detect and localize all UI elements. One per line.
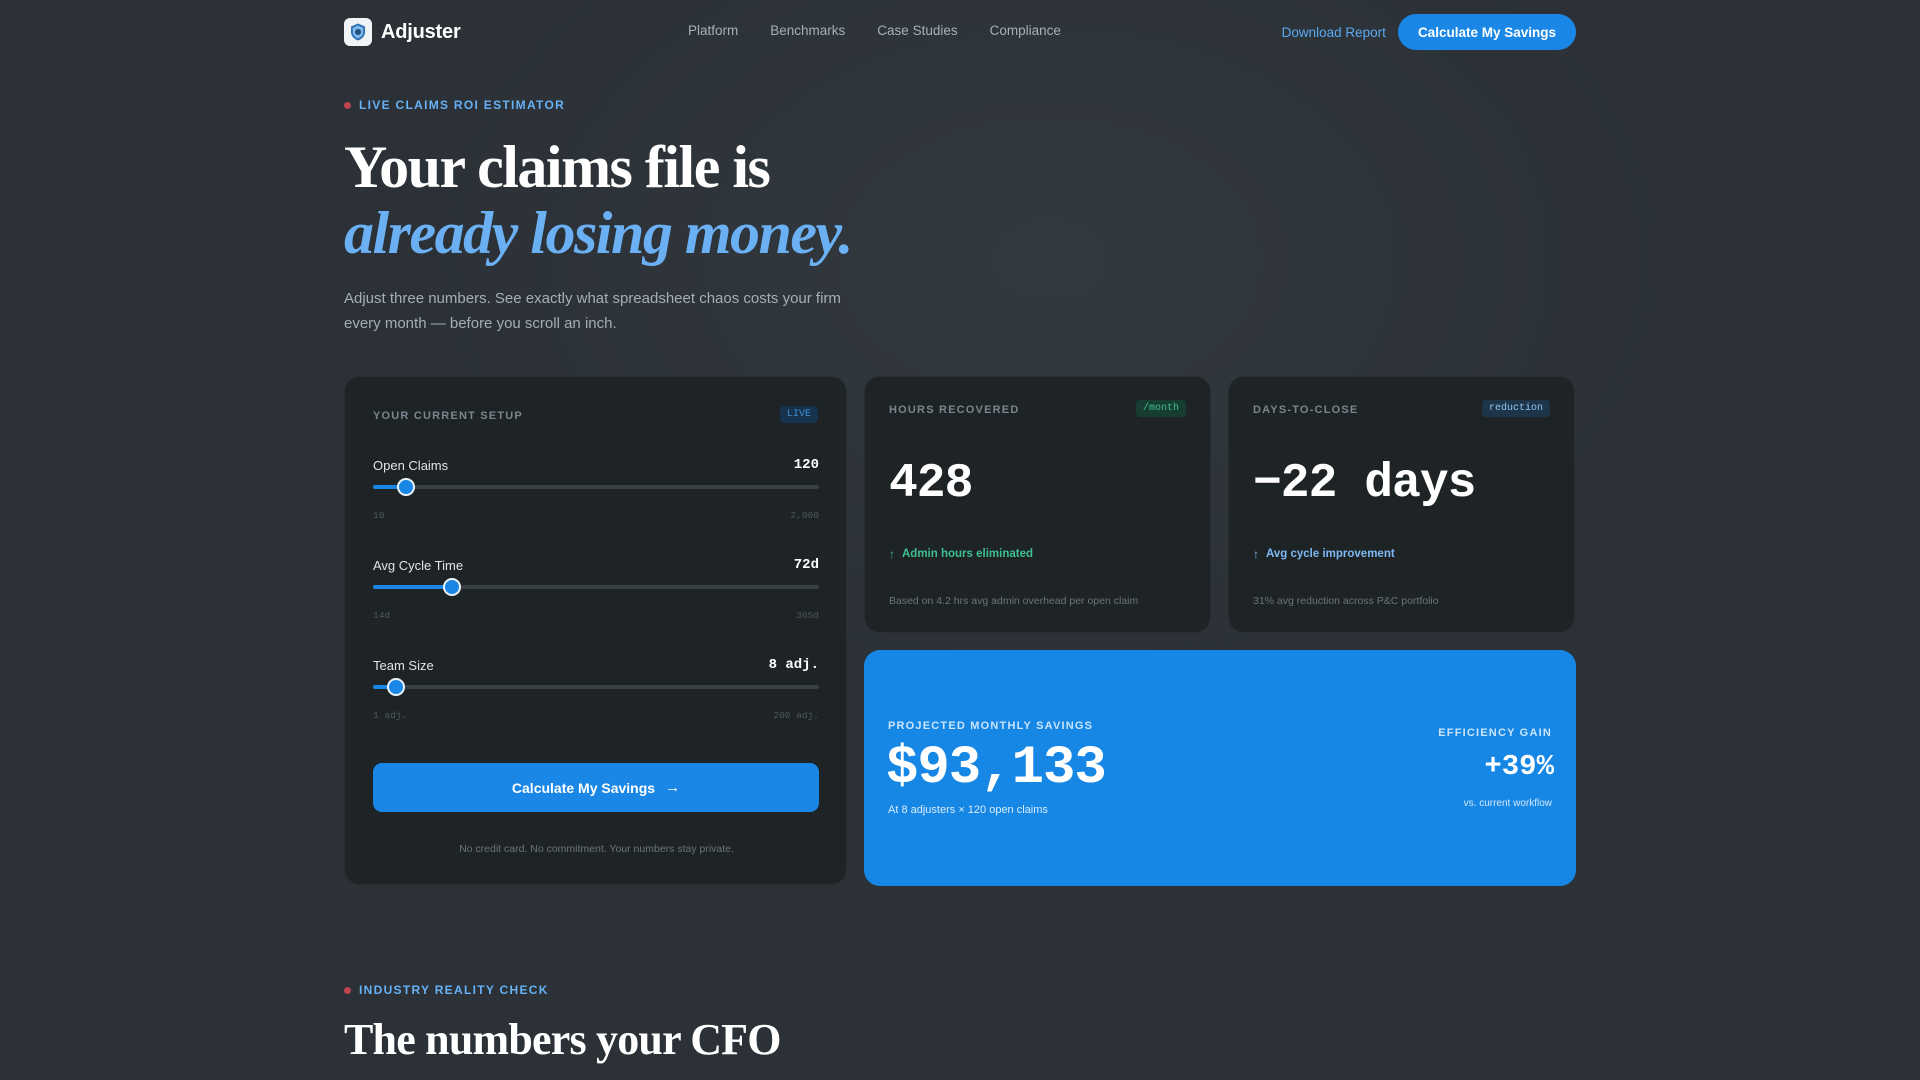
download-report-link[interactable]: Download Report [1282,25,1386,40]
reality-eyebrow-text: INDUSTRY REALITY CHECK [359,983,549,997]
slider-track[interactable] [373,678,819,696]
nav-link-platform[interactable]: Platform [688,23,738,38]
slider-value: 72d [793,557,819,573]
reality-title: The numbers your CFO [344,1015,781,1064]
setup-card-label: YOUR CURRENT SETUP [373,410,523,422]
page: Adjuster Platform Benchmarks Case Studie… [344,0,1576,1080]
calculate-savings-button[interactable]: Calculate My Savings → [373,763,819,812]
hero-title-line1: Your claims file is [344,134,771,200]
days-to-close-card: DAYS-TO-CLOSE reduction −22 days ↑ Avg c… [1228,376,1575,633]
month-badge: /month [1135,400,1186,417]
efficiency-gain-note: vs. current workflow [1463,798,1552,809]
hours-value: 428 [889,457,973,511]
savings-value: $93,133 [886,738,1107,799]
hero-eyebrow: LIVE CLAIMS ROI ESTIMATOR [344,98,565,112]
savings-note: At 8 adjusters × 120 open claims [888,804,1048,816]
days-trend-text: Avg cycle improvement [1266,548,1395,560]
efficiency-gain-label: EFFICIENCY GAIN [1438,727,1552,739]
slider-thumb[interactable] [397,478,415,496]
slider-max: 200 adj. [773,710,819,721]
nav-actions: Download Report Calculate My Savings [1282,14,1576,50]
hero-title: Your claims file is already losing money… [344,134,853,266]
slider-max: 365d [796,610,819,621]
slider-thumb[interactable] [443,578,462,596]
reality-eyebrow: INDUSTRY REALITY CHECK [344,983,549,997]
hero-eyebrow-text: LIVE CLAIMS ROI ESTIMATOR [359,98,566,112]
slider-value: 8 adj. [768,657,819,673]
setup-note: No credit card. No commitment. Your numb… [459,843,734,855]
reduction-badge: reduction [1481,400,1550,417]
hours-recovered-card: HOURS RECOVERED /month 428 ↑ Admin hours… [864,376,1211,633]
slider-label: Avg Cycle Time [373,558,464,573]
arrow-up-icon: ↑ [889,547,895,561]
nav-link-benchmarks[interactable]: Benchmarks [770,23,845,38]
savings-label: PROJECTED MONTHLY SAVINGS [888,720,1094,732]
hours-trend-text: Admin hours eliminated [902,548,1033,560]
projected-savings-card: PROJECTED MONTHLY SAVINGS $93,133 At 8 a… [864,650,1576,886]
slider-min: 10 [373,510,385,521]
nav-link-compliance[interactable]: Compliance [990,23,1061,38]
hours-label: HOURS RECOVERED [889,404,1020,416]
calculate-savings-label: Calculate My Savings [511,779,656,796]
nav-calculate-button[interactable]: Calculate My Savings [1397,14,1576,50]
brand[interactable]: Adjuster [344,18,461,46]
slider-track[interactable] [373,578,819,596]
days-value: −22 days [1253,457,1476,511]
slider-track[interactable] [373,478,819,496]
days-label: DAYS-TO-CLOSE [1253,404,1359,416]
nav-link-case-studies[interactable]: Case Studies [877,23,957,38]
arrow-right-icon: → [665,779,681,796]
live-badge: LIVE [779,406,818,423]
arrow-up-icon: ↑ [1253,547,1259,561]
hours-trend: ↑ Admin hours eliminated [889,547,1033,561]
efficiency-gain-value: +39% [1484,750,1554,783]
nav-links: Platform Benchmarks Case Studies Complia… [688,23,1093,38]
slider-thumb[interactable] [387,678,406,696]
slider-label: Team Size [373,658,434,673]
live-dot-icon [344,986,351,994]
slider-min: 14d [373,610,391,621]
slider-value: 120 [793,457,819,473]
slider-min: 1 adj. [373,710,408,721]
days-footnote: 31% avg reduction across P&C portfolio [1253,595,1439,607]
slider-max: 2,000 [790,510,819,521]
slider-fill [373,585,453,589]
hero-title-line2: already losing money. [344,200,853,266]
shield-logo-icon [344,18,372,46]
hours-footnote: Based on 4.2 hrs avg admin overhead per … [889,595,1139,607]
hero-subtitle: Adjust three numbers. See exactly what s… [344,290,841,332]
top-nav: Adjuster Platform Benchmarks Case Studie… [344,14,1576,50]
live-dot-icon [344,101,351,109]
days-trend: ↑ Avg cycle improvement [1253,547,1395,561]
slider-label: Open Claims [373,458,449,473]
brand-name: Adjuster [381,20,461,43]
setup-card: YOUR CURRENT SETUP LIVE Open Claims 120 … [344,376,847,885]
